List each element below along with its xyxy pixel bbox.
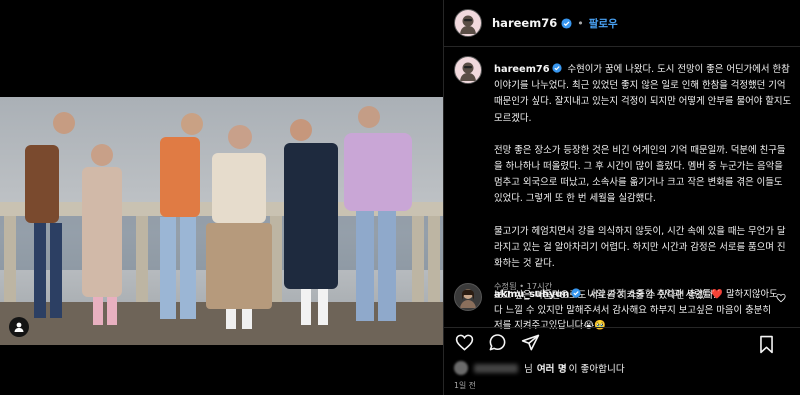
caption-author-avatar[interactable] <box>454 56 482 84</box>
header-separator: • <box>577 16 584 30</box>
comment-icon <box>489 334 505 351</box>
group-photo-illustration <box>0 97 443 345</box>
verified-icon <box>561 17 572 29</box>
post-media <box>0 0 443 395</box>
tagged-users-button[interactable] <box>9 317 29 337</box>
caption-paragraph: hareem76 수현이가 꿈에 나왔다. 도시 전망이 좋은 어딘가에서 한참… <box>494 62 792 127</box>
commenter-username[interactable]: akmu_suhyun <box>494 289 569 300</box>
post-photo[interactable] <box>0 97 443 345</box>
heart-icon <box>455 334 473 351</box>
like-button[interactable] <box>454 333 474 353</box>
share-button[interactable] <box>520 333 540 353</box>
author-avatar[interactable] <box>454 9 482 37</box>
author-username[interactable]: hareem76 <box>492 16 557 30</box>
comments-section: hareem76 수현이가 꿈에 나왔다. 도시 전망이 좋은 어딘가에서 한참… <box>444 48 800 318</box>
bookmark-icon <box>759 335 773 353</box>
verified-icon <box>551 63 562 73</box>
caption-paragraph: 물고기가 헤엄치면서 강을 의식하지 않듯이, 시간 속에 있을 때는 무언가 … <box>494 225 786 270</box>
post-details-panel: hareem76 • 팔로우 hareem76 수현이가 꿈에 나왔다. 도시 … <box>443 0 800 395</box>
post-header: hareem76 • 팔로우 <box>444 0 800 47</box>
follow-button[interactable]: 팔로우 <box>589 16 618 31</box>
likes-summary[interactable]: 님 여러 명이 좋아합니다 <box>454 361 625 375</box>
likes-suffix-2: 이 좋아합니다 <box>568 364 625 375</box>
likes-suffix-1: 님 <box>524 364 533 375</box>
caption-paragraph: 전망 좋은 장소가 등장한 것은 비긴 어게인의 기억 때문일까. 덕분에 친구… <box>494 144 786 205</box>
avatar-portrait-icon <box>460 289 476 308</box>
comment-button[interactable] <box>487 333 507 353</box>
post-actions-bar <box>444 327 800 357</box>
verified-icon <box>571 288 581 298</box>
comment-like-heart-icon[interactable] <box>776 293 786 303</box>
user-tag-icon <box>14 322 24 332</box>
share-icon <box>521 334 539 351</box>
posted-time[interactable]: 1일 전 <box>454 380 476 391</box>
liker-name-redacted <box>474 363 518 373</box>
avatar-portrait-icon <box>460 62 476 81</box>
avatar-portrait-icon <box>460 15 476 34</box>
liker-avatar <box>454 361 468 375</box>
caption-username[interactable]: hareem76 <box>494 64 550 75</box>
commenter-avatar[interactable] <box>454 283 482 311</box>
likes-highlight: 여러 명 <box>536 364 567 375</box>
save-button[interactable] <box>756 334 776 354</box>
